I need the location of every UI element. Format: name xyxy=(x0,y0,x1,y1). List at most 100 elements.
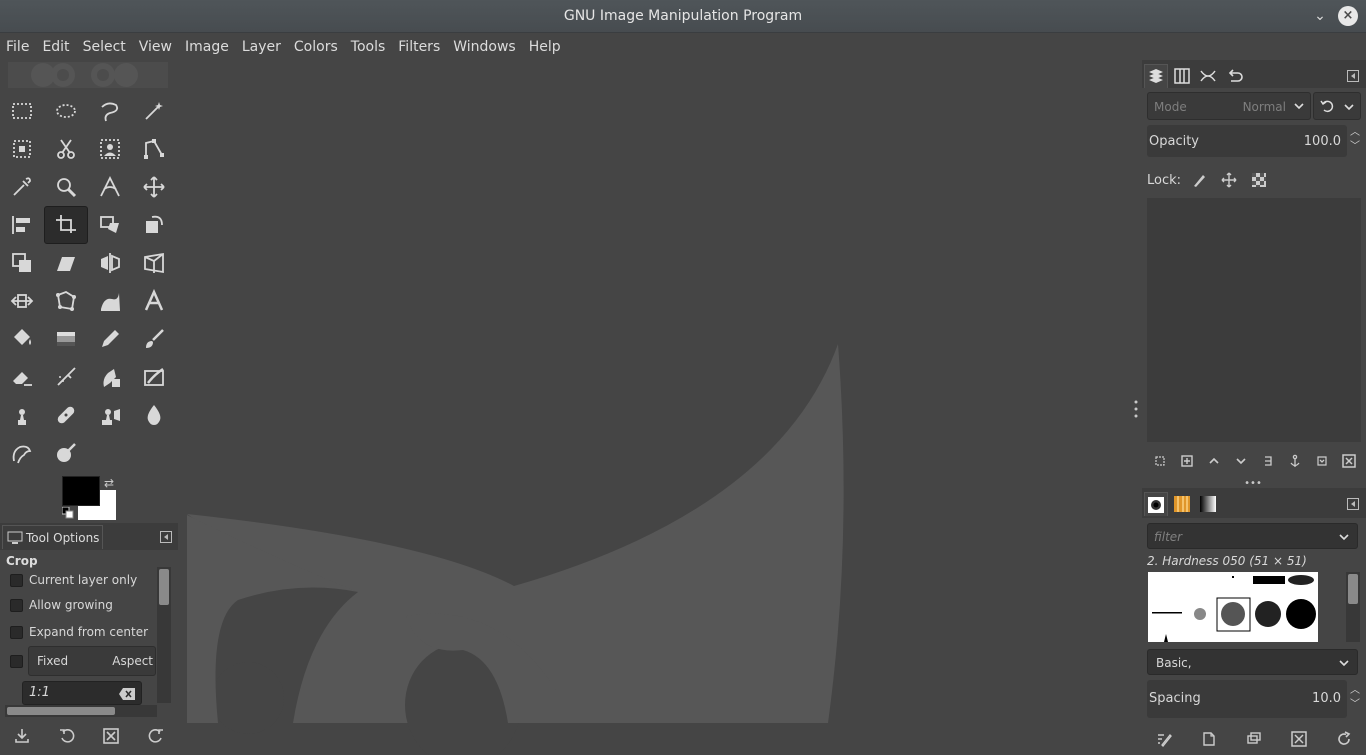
scale-tool[interactable] xyxy=(0,244,44,282)
swap-colors-icon[interactable]: ⇄ xyxy=(104,476,114,490)
scrollbar-thumb[interactable] xyxy=(159,569,169,605)
move-tool[interactable] xyxy=(132,168,176,206)
spacing-stepper[interactable]: ︿ ﹀ xyxy=(1349,684,1361,714)
airbrush-tool[interactable] xyxy=(44,358,88,396)
scissors-select-tool[interactable] xyxy=(44,130,88,168)
dock-resize-handle[interactable] xyxy=(1133,399,1139,419)
align-tool[interactable] xyxy=(0,206,44,244)
menu-image[interactable]: Image xyxy=(185,39,229,55)
handle-transform-tool[interactable] xyxy=(0,282,44,320)
color-picker-tool[interactable] xyxy=(0,168,44,206)
ink-tool[interactable] xyxy=(88,358,132,396)
duplicate-layer-icon[interactable] xyxy=(1261,454,1275,468)
spacing-spinscale[interactable]: Spacing 10.0 xyxy=(1147,680,1347,718)
smudge-tool[interactable] xyxy=(0,434,44,472)
select-by-color-tool[interactable] xyxy=(0,130,44,168)
shear-tool[interactable] xyxy=(44,244,88,282)
aspect-ratio-input[interactable]: 1:1 xyxy=(22,681,142,705)
zoom-tool[interactable] xyxy=(44,168,88,206)
new-layer-icon[interactable] xyxy=(1180,454,1194,468)
option-current-layer-only[interactable]: Current layer only xyxy=(10,571,137,589)
ellipse-select-tool[interactable] xyxy=(44,92,88,130)
dodge-burn-tool[interactable] xyxy=(44,434,88,472)
duplicate-brush-icon[interactable] xyxy=(1246,731,1262,747)
unified-transform-tool[interactable] xyxy=(88,206,132,244)
allow-growing-checkbox[interactable] xyxy=(10,598,23,612)
pencil-tool[interactable] xyxy=(88,320,132,358)
wilber-drop-area-icon[interactable] xyxy=(8,60,168,90)
reset-options-icon[interactable] xyxy=(148,728,164,744)
dock-separator-handle[interactable]: ••• xyxy=(1242,479,1264,489)
menu-filters[interactable]: Filters xyxy=(398,39,440,55)
merge-layer-icon[interactable] xyxy=(1315,454,1329,468)
image-canvas-area[interactable] xyxy=(178,60,1142,755)
dock-menu-icon[interactable] xyxy=(1347,498,1359,510)
brush-grid[interactable] xyxy=(1148,572,1318,642)
paths-tool[interactable] xyxy=(132,130,176,168)
menu-view[interactable]: View xyxy=(139,39,172,55)
tab-patterns[interactable] xyxy=(1170,492,1194,516)
menu-layer[interactable]: Layer xyxy=(242,39,281,55)
mypaint-brush-tool[interactable] xyxy=(132,358,176,396)
clone-tool[interactable] xyxy=(0,396,44,434)
new-layer-group-icon[interactable] xyxy=(1153,454,1167,468)
dock-menu-icon[interactable] xyxy=(1347,70,1359,82)
option-expand-from-center[interactable]: Expand from center xyxy=(10,623,148,641)
lower-layer-icon[interactable] xyxy=(1234,454,1248,468)
tab-tool-options[interactable]: Tool Options xyxy=(2,525,103,549)
perspective-tool[interactable] xyxy=(132,244,176,282)
paintbrush-tool[interactable] xyxy=(132,320,176,358)
lock-alpha-icon[interactable] xyxy=(1251,172,1267,188)
menu-edit[interactable]: Edit xyxy=(42,39,69,55)
delete-options-icon[interactable] xyxy=(103,728,120,744)
anchor-layer-icon[interactable] xyxy=(1288,454,1302,468)
cage-transform-tool[interactable] xyxy=(44,282,88,320)
tool-options-horizontal-scrollbar[interactable] xyxy=(5,705,157,717)
tab-paths[interactable] xyxy=(1196,64,1220,88)
dock-menu-icon[interactable] xyxy=(160,531,172,543)
brush-tag-combo[interactable]: Basic, xyxy=(1147,649,1358,675)
fixed-checkbox[interactable] xyxy=(10,654,23,668)
scrollbar-thumb[interactable] xyxy=(7,707,115,715)
current-layer-only-checkbox[interactable] xyxy=(10,573,23,587)
fixed-mode-combo[interactable]: Fixed Aspect xyxy=(28,646,156,676)
expand-from-center-checkbox[interactable] xyxy=(10,625,23,639)
fuzzy-select-tool[interactable] xyxy=(132,92,176,130)
delete-brush-icon[interactable] xyxy=(1291,731,1307,747)
brush-filter-input[interactable]: filter xyxy=(1147,523,1358,549)
option-fixed[interactable] xyxy=(10,652,29,670)
delete-layer-icon[interactable] xyxy=(1341,454,1356,468)
free-select-tool[interactable] xyxy=(88,92,132,130)
tab-brushes[interactable] xyxy=(1144,492,1168,516)
refresh-brushes-icon[interactable] xyxy=(1336,731,1352,747)
menu-tools[interactable]: Tools xyxy=(351,39,386,55)
scrollbar-thumb[interactable] xyxy=(1348,574,1358,604)
layers-list[interactable] xyxy=(1147,198,1361,442)
close-window-button[interactable]: × xyxy=(1338,6,1358,26)
tab-layers[interactable] xyxy=(1144,64,1168,88)
menu-colors[interactable]: Colors xyxy=(294,39,338,55)
edit-brush-icon[interactable] xyxy=(1156,731,1173,747)
flip-tool[interactable] xyxy=(88,244,132,282)
foreground-select-tool[interactable] xyxy=(88,130,132,168)
layer-mode-combo[interactable]: Mode Normal xyxy=(1147,92,1311,120)
new-brush-icon[interactable] xyxy=(1201,731,1217,747)
foreground-color-swatch[interactable] xyxy=(62,476,100,506)
perspective-clone-tool[interactable] xyxy=(88,396,132,434)
menu-select[interactable]: Select xyxy=(83,39,126,55)
crop-tool[interactable] xyxy=(44,206,88,244)
lock-pixels-icon[interactable] xyxy=(1191,172,1207,188)
menu-help[interactable]: Help xyxy=(529,39,561,55)
tab-channels[interactable] xyxy=(1170,64,1194,88)
measure-tool[interactable] xyxy=(88,168,132,206)
blur-sharpen-tool[interactable] xyxy=(132,396,176,434)
text-tool[interactable] xyxy=(132,282,176,320)
clear-entry-icon[interactable] xyxy=(119,688,135,700)
tool-options-vertical-scrollbar[interactable] xyxy=(157,567,171,703)
save-options-icon[interactable] xyxy=(14,728,30,744)
opacity-spinscale[interactable]: Opacity 100.0 xyxy=(1147,125,1347,157)
heal-tool[interactable] xyxy=(44,396,88,434)
default-colors-icon[interactable] xyxy=(62,507,74,519)
bucket-fill-tool[interactable] xyxy=(0,320,44,358)
warp-transform-tool[interactable] xyxy=(88,282,132,320)
